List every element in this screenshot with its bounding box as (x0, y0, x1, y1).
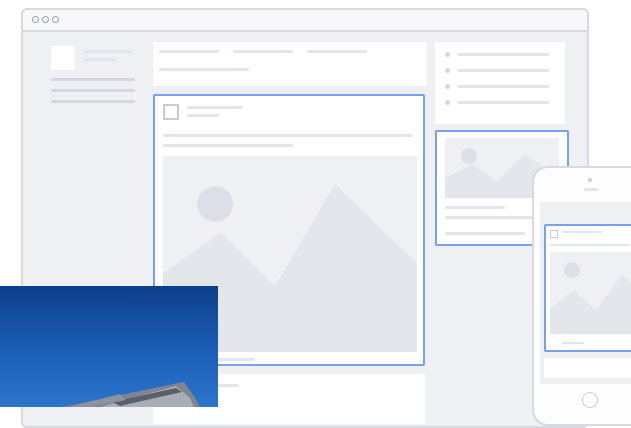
window-close-dot-icon[interactable] (32, 16, 39, 23)
phone-speaker (584, 188, 598, 191)
mobile-feed-item (544, 358, 631, 378)
list-item[interactable] (457, 69, 549, 72)
window-maximize-dot-icon[interactable] (52, 16, 59, 23)
profile-avatar (51, 46, 75, 70)
list-bullet-icon (445, 100, 450, 105)
list-bullet-icon (445, 52, 450, 57)
home-button-icon[interactable] (582, 392, 598, 408)
ad-text-line (163, 144, 293, 147)
nav-item[interactable] (51, 89, 135, 92)
nav-item[interactable] (51, 78, 135, 81)
right-ad-text-placeholder (445, 216, 535, 219)
composer-tab[interactable] (307, 50, 367, 53)
ad-action-placeholder[interactable] (562, 342, 584, 344)
page-avatar-icon (550, 230, 558, 238)
browser-titlebar (23, 10, 587, 32)
sponsored-label-placeholder (187, 114, 219, 117)
list-item[interactable] (457, 85, 549, 88)
image-placeholder-icon (550, 262, 631, 334)
ad-text-line (550, 244, 630, 246)
composer-box[interactable] (153, 42, 427, 86)
phone-device (532, 166, 631, 426)
phone-screen (540, 202, 631, 384)
ad-text-line (163, 134, 413, 137)
profile-sub-placeholder (83, 58, 117, 61)
billboard-sign-image (62, 382, 200, 407)
right-column-list (435, 42, 565, 124)
advertiser-name-placeholder (562, 231, 602, 233)
ad-action-placeholder[interactable] (215, 358, 255, 361)
composer-tab[interactable] (159, 50, 219, 53)
right-ad-title-placeholder (445, 206, 505, 209)
list-bullet-icon (445, 84, 450, 89)
nav-item[interactable] (51, 100, 135, 103)
list-item[interactable] (457, 101, 549, 104)
composer-input-placeholder[interactable] (159, 68, 249, 71)
list-bullet-icon (445, 68, 450, 73)
mobile-feed-ad[interactable] (544, 224, 631, 352)
list-item[interactable] (457, 53, 549, 56)
window-minimize-dot-icon[interactable] (42, 16, 49, 23)
right-ad-link-placeholder[interactable] (445, 232, 525, 235)
mobile-ad-image[interactable] (550, 252, 631, 334)
chevron-down-icon[interactable] (411, 102, 417, 106)
profile-name-placeholder (83, 50, 133, 53)
page-avatar-icon (163, 104, 179, 120)
phone-camera-icon (588, 178, 592, 182)
advertiser-name-placeholder (187, 106, 243, 109)
composer-tab[interactable] (233, 50, 293, 53)
billboard-photo (0, 286, 218, 407)
